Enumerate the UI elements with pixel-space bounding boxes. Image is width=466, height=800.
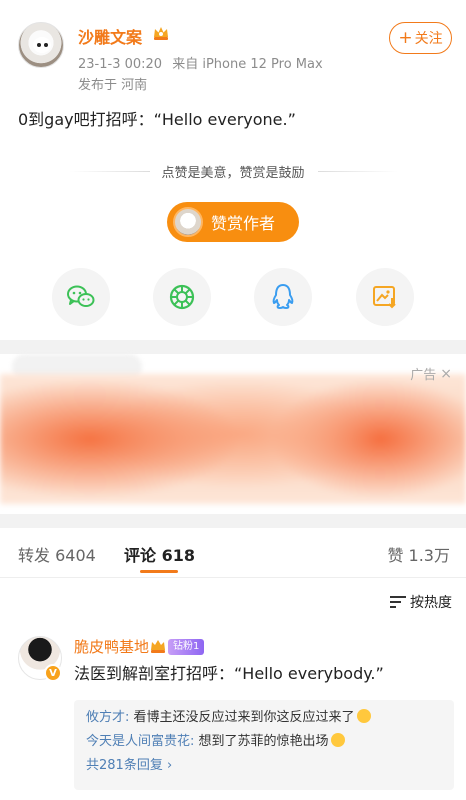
ad-banner[interactable]: 广告 × [0,354,466,514]
follow-label: 关注 [414,31,443,47]
post-date: 23-1-3 00:20 [78,57,163,72]
post-header: 沙雕文案 23-1-3 00:20 来自 iPhone 12 Pro Max 发… [0,0,466,100]
sort-by-hot-button[interactable]: 按热度 [390,592,452,612]
vip-crown-icon [151,640,165,653]
follow-button[interactable]: + 关注 [389,22,452,54]
moments-icon [169,284,195,310]
author-avatar[interactable] [18,22,64,68]
post-location: 发布于 河南 [78,78,148,93]
sort-label: 按热度 [410,595,452,611]
laugh-emoji-icon [356,709,371,723]
tab-repost[interactable]: 转发 6404 [18,542,96,566]
verified-icon: V [44,664,62,682]
ad-label-group: 广告 × [410,364,452,384]
reply-preview-box[interactable]: 攸方才: 看博主还没反应过来到你这反应过来了 今天是人间富贵花: 想到了苏菲的惊… [74,700,454,790]
reward-slogan-row: 点赞是美意，赞赏是鼓励 [0,162,466,182]
divider [318,171,398,172]
reply-text: 想到了苏菲的惊艳出场 [198,734,329,749]
more-replies-link[interactable]: 共281条回复 › [86,754,442,778]
share-moments-button[interactable] [153,268,211,326]
reply-item[interactable]: 攸方才: 看博主还没反应过来到你这反应过来了 [86,706,442,730]
plus-icon: + [398,27,413,48]
share-row [0,268,466,326]
author-mini-avatar [173,207,203,237]
comment-text: 法医到解剖室打招呼：“Hello everybody.” [74,664,384,683]
commenter-name[interactable]: 脆皮鸭基地 [74,636,149,657]
wechat-icon [67,285,95,307]
fan-badge: 钻粉1 [168,639,205,655]
share-qq-button[interactable] [254,268,312,326]
section-separator [0,514,466,528]
ad-close-icon[interactable]: × [440,366,452,382]
share-wechat-button[interactable] [52,268,110,326]
post-source: 来自 iPhone 12 Pro Max [172,57,323,72]
ad-label: 广告 [410,368,437,383]
vip-crown-icon [154,27,168,40]
post-text: 0到gay吧打招呼：“Hello everyone.” [18,110,296,129]
sort-icon [390,595,406,609]
tab-likes[interactable]: 赞 1.3万 [387,542,450,566]
comment-item: V 脆皮鸭基地 钻粉1 法医到解剖室打招呼：“Hello everybody.”… [0,630,466,800]
reply-item[interactable]: 今天是人间富贵花: 想到了苏菲的惊艳出场 [86,730,442,754]
section-separator [0,340,466,354]
reply-author[interactable]: 攸方才: [86,710,129,725]
tab-comments[interactable]: 评论 618 [124,542,195,566]
smirk-emoji-icon [330,733,345,747]
save-image-icon [373,286,396,309]
reply-author[interactable]: 今天是人间富贵花: [86,734,194,749]
author-name[interactable]: 沙雕文案 [78,24,142,48]
active-tab-indicator [140,570,178,573]
interaction-tabs: 转发 6404 评论 618 赞 1.3万 [0,528,466,578]
ad-blurred-image [0,374,466,504]
share-save-image-button[interactable] [356,268,414,326]
reward-button-label: 赞赏作者 [211,214,276,233]
reward-author-button[interactable]: 赞赏作者 [167,202,299,242]
qq-icon [272,284,294,309]
post-meta: 23-1-3 00:20 来自 iPhone 12 Pro Max [78,53,329,72]
reply-text: 看博主还没反应过来到你这反应过来了 [133,710,355,725]
